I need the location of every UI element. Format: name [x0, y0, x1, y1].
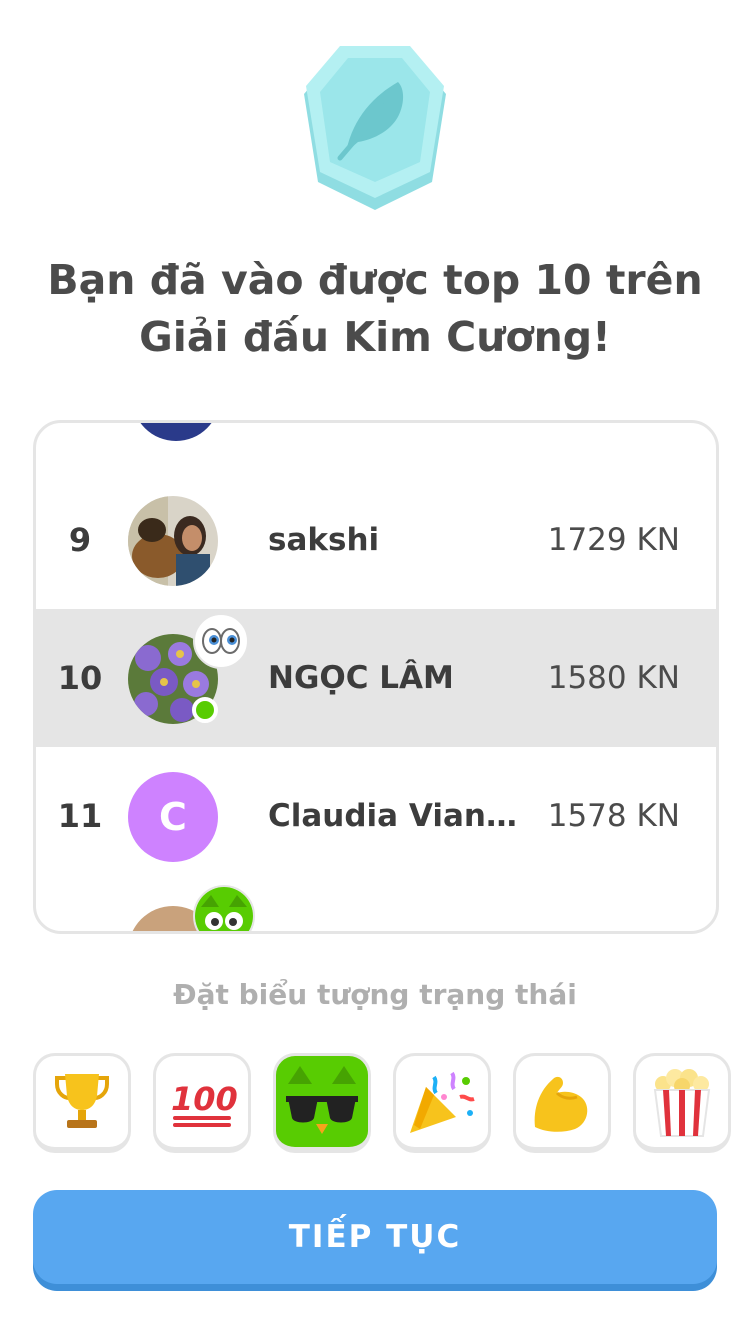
leaderboard-row[interactable]: 9 sakshi 1729 KN [36, 471, 716, 609]
title-line-2: Giải đấu Kim Cương! [139, 313, 611, 361]
status-option-100[interactable]: 100 [153, 1053, 251, 1153]
xp-value: 1578 KN [547, 798, 680, 834]
avatar[interactable]: C [128, 772, 218, 862]
flexed-biceps-icon [534, 1076, 588, 1132]
continue-button[interactable]: TIẾP TỤC [33, 1190, 717, 1284]
page-title: Bạn đã vào được top 10 trên Giải đấu Kim… [20, 252, 730, 366]
leaderboard-row[interactable]: 11 C Claudia Vian... 1578 KN [36, 747, 716, 885]
xp-value: 1580 KN [547, 660, 680, 696]
rank-number: 11 [57, 797, 103, 835]
username: Claudia Vian... [268, 798, 518, 834]
popcorn-icon [653, 1068, 711, 1137]
username: NGỌC LÂM [268, 660, 454, 696]
username: sakshi [268, 522, 380, 558]
rank-number: 10 [57, 659, 103, 697]
eyes-icon [193, 613, 249, 669]
leaderboard-row-current-user[interactable]: 10 NGỌC LÂM 1580 KN [36, 609, 716, 747]
trophy-icon [55, 1073, 109, 1128]
avatar [132, 423, 220, 441]
owl-icon [193, 885, 255, 931]
status-option-trophy[interactable] [33, 1053, 131, 1153]
leaderboard[interactable]: 9 sakshi 1729 KN 10 NGỌC LÂM 1580 KN 11 … [33, 420, 719, 934]
status-option-popcorn[interactable] [633, 1053, 731, 1153]
xp-value: 1729 KN [547, 522, 680, 558]
avatar[interactable] [128, 496, 218, 586]
status-option-party[interactable] [393, 1053, 491, 1153]
status-option-biceps[interactable] [513, 1053, 611, 1153]
feather-icon [304, 46, 446, 210]
status-option-cool-owl[interactable] [273, 1053, 371, 1153]
party-popper-icon [410, 1071, 475, 1133]
league-badge [300, 42, 450, 214]
svg-text:100: 100 [171, 1080, 237, 1118]
title-line-1: Bạn đã vào được top 10 trên [47, 256, 703, 304]
online-indicator [192, 697, 218, 723]
rank-number: 9 [68, 521, 92, 559]
status-icon-label: Đặt biểu tượng trạng thái [173, 978, 577, 1011]
hundred-points-icon: 100 [171, 1080, 237, 1127]
cool-owl-icon [286, 1065, 358, 1134]
